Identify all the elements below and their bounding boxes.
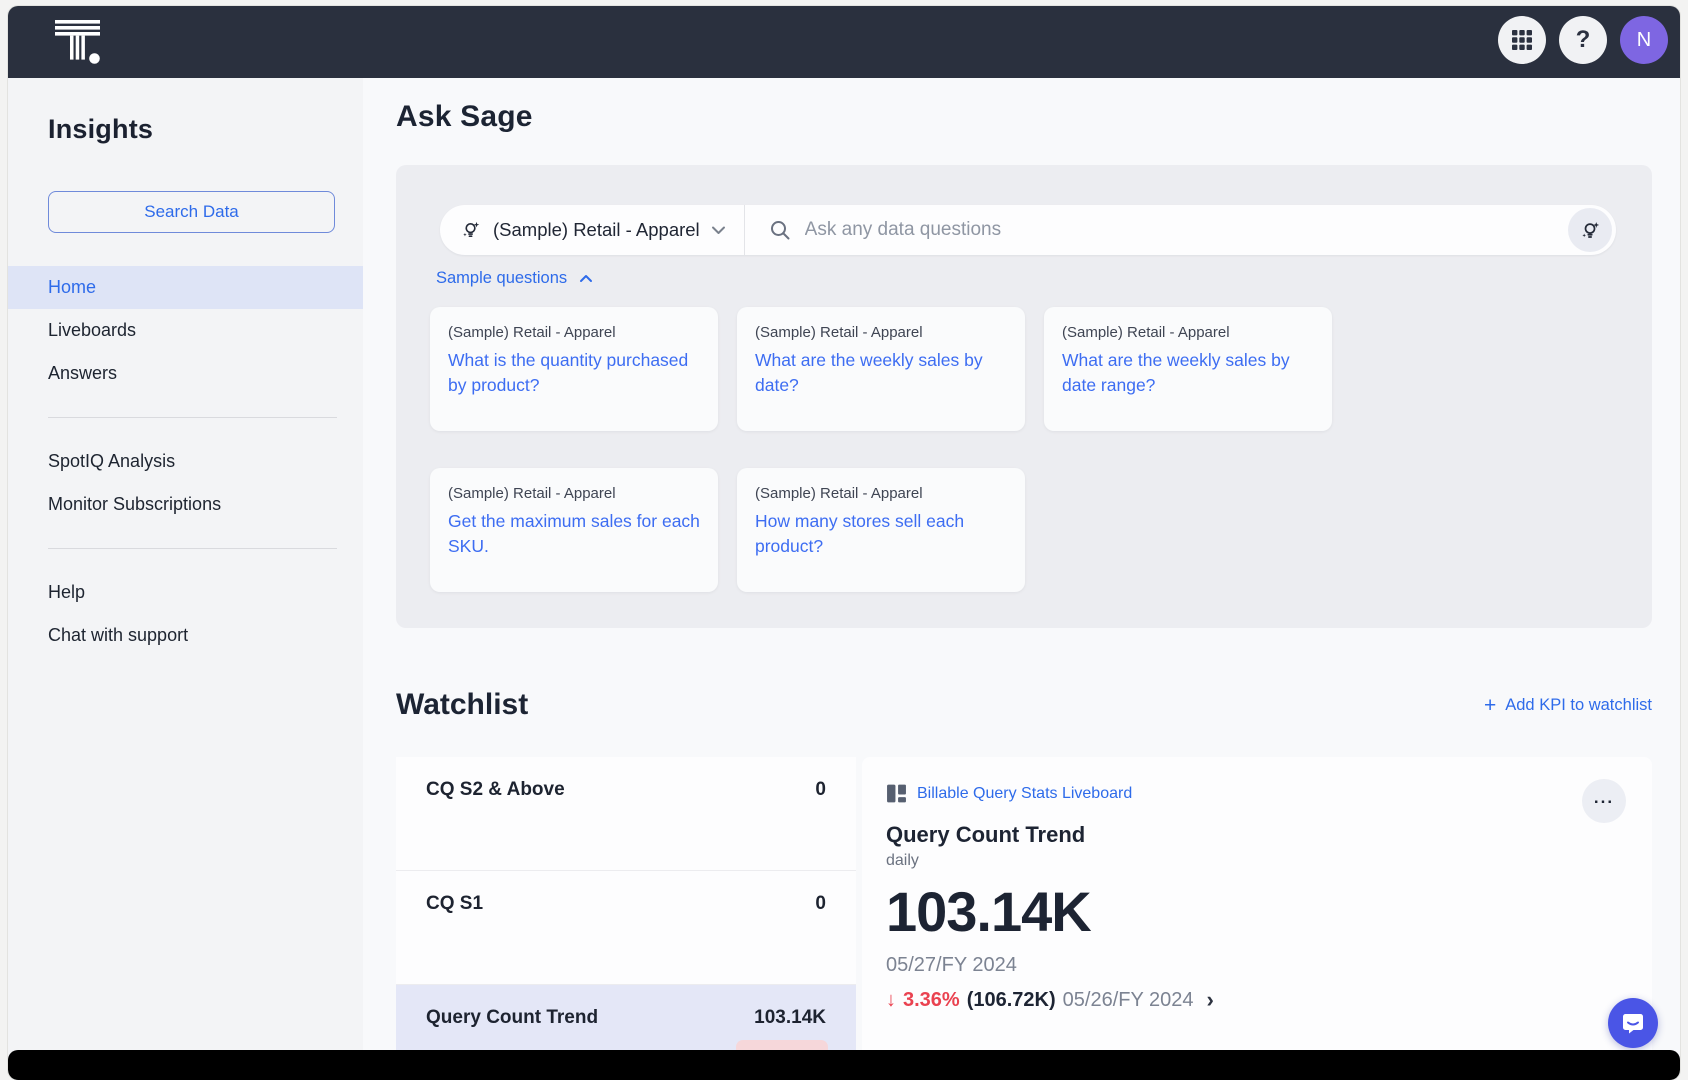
sample-question-card[interactable]: (Sample) Retail - Apparel Get the maximu…: [430, 468, 718, 592]
ellipsis-icon: ...: [1594, 798, 1614, 805]
sample-question-cards-row-2: (Sample) Retail - Apparel Get the maximu…: [430, 468, 1025, 592]
chevron-right-icon[interactable]: ›: [1207, 987, 1214, 1013]
sample-questions-toggle[interactable]: Sample questions: [436, 269, 593, 288]
card-datasource-label: (Sample) Retail - Apparel: [755, 485, 1007, 502]
sidebar-nav: Home Liveboards Answers SpotIQ Analysis …: [8, 266, 363, 657]
card-question-link[interactable]: How many stores sell each product?: [755, 509, 1007, 560]
watchlist-title: Watchlist: [396, 688, 528, 722]
kpi-value: 0: [815, 779, 826, 801]
kpi-detail-card: Billable Query Stats Liveboard ... Query…: [862, 757, 1652, 1080]
sage-submit-button[interactable]: [1568, 208, 1612, 252]
kpi-change-row: ↓ 3.36% (106.72K) 05/26/FY 2024 ›: [886, 987, 1626, 1013]
change-absolute: (106.72K): [967, 989, 1056, 1012]
card-datasource-label: (Sample) Retail - Apparel: [1062, 324, 1314, 341]
sidebar-divider: [48, 548, 337, 549]
kpi-label: Query Count Trend: [426, 1007, 598, 1029]
search-data-button[interactable]: Search Data: [48, 191, 335, 233]
liveboard-icon: [886, 783, 907, 804]
sage-bulb-icon: [460, 219, 482, 241]
top-bar: ? N: [8, 6, 1680, 78]
card-datasource-label: (Sample) Retail - Apparel: [448, 485, 700, 502]
liveboard-link-row: Billable Query Stats Liveboard: [886, 783, 1626, 804]
chat-bubble-icon: [1620, 1010, 1646, 1036]
kpi-row-cq-s1[interactable]: CQ S1 0: [396, 871, 856, 985]
sidebar-item-answers[interactable]: Answers: [8, 352, 363, 395]
card-datasource-label: (Sample) Retail - Apparel: [755, 324, 1007, 341]
question-mark-icon: ?: [1576, 26, 1591, 54]
plus-icon: +: [1484, 695, 1496, 716]
help-button[interactable]: ?: [1559, 16, 1607, 64]
sample-questions-label: Sample questions: [436, 269, 567, 288]
apps-grid-button[interactable]: [1498, 16, 1546, 64]
card-question-link[interactable]: What are the weekly sales by date?: [755, 348, 1007, 399]
datasource-selected-label: (Sample) Retail - Apparel: [493, 219, 700, 241]
kpi-value: 0: [815, 893, 826, 915]
sage-bulb-icon: [1579, 219, 1602, 242]
sidebar-divider: [48, 417, 337, 418]
window-bottom-bar: [8, 1050, 1680, 1080]
card-datasource-label: (Sample) Retail - Apparel: [448, 324, 700, 341]
sample-question-card[interactable]: (Sample) Retail - Apparel What is the qu…: [430, 307, 718, 431]
more-options-button[interactable]: ...: [1582, 779, 1626, 823]
watchlist-body: CQ S2 & Above 0 CQ S1 0 Query Count Tren…: [396, 757, 1652, 1080]
down-arrow-icon: ↓: [886, 989, 896, 1012]
sidebar-title: Insights: [48, 114, 363, 145]
search-icon: [769, 219, 791, 241]
add-kpi-to-watchlist-link[interactable]: + Add KPI to watchlist: [1484, 695, 1652, 716]
kpi-detail-title: Query Count Trend: [886, 822, 1626, 848]
sidebar-item-monitor-subscriptions[interactable]: Monitor Subscriptions: [8, 483, 363, 526]
change-percent: 3.36%: [903, 989, 960, 1012]
sidebar-item-help[interactable]: Help: [8, 571, 363, 614]
chat-launcher-button[interactable]: [1608, 998, 1658, 1048]
kpi-label: CQ S1: [426, 893, 483, 915]
compare-date: 05/26/FY 2024: [1063, 989, 1194, 1012]
sample-question-card[interactable]: (Sample) Retail - Apparel How many store…: [737, 468, 1025, 592]
card-question-link[interactable]: Get the maximum sales for each SKU.: [448, 509, 700, 560]
sample-question-card[interactable]: (Sample) Retail - Apparel What are the w…: [1044, 307, 1332, 431]
kpi-frequency: daily: [886, 852, 1626, 870]
page-title: Ask Sage: [396, 100, 533, 134]
sidebar-item-home[interactable]: Home: [8, 266, 363, 309]
liveboard-link[interactable]: Billable Query Stats Liveboard: [917, 785, 1132, 803]
sample-question-card[interactable]: (Sample) Retail - Apparel What are the w…: [737, 307, 1025, 431]
app-window: ? N Insights Search Data Home Liveboards…: [8, 6, 1680, 1080]
card-question-link[interactable]: What are the weekly sales by date range?: [1062, 348, 1314, 399]
kpi-date: 05/27/FY 2024: [886, 954, 1626, 977]
chevron-up-icon: [579, 274, 593, 283]
sidebar-item-spotiq-analysis[interactable]: SpotIQ Analysis: [8, 440, 363, 483]
watchlist-header: Watchlist + Add KPI to watchlist: [396, 688, 1652, 722]
kpi-value: 103.14K: [754, 1007, 826, 1029]
card-question-link[interactable]: What is the quantity purchased by produc…: [448, 348, 700, 399]
avatar-initial: N: [1637, 29, 1651, 52]
grid-icon: [1511, 29, 1533, 51]
sidebar: Insights Search Data Home Liveboards Ans…: [8, 78, 363, 1080]
chevron-down-icon: [711, 225, 726, 235]
add-kpi-label: Add KPI to watchlist: [1505, 696, 1652, 715]
sidebar-item-chat-with-support[interactable]: Chat with support: [8, 614, 363, 657]
ask-question-input[interactable]: [805, 219, 1568, 241]
thoughtspot-logo-icon[interactable]: [55, 20, 100, 65]
main-content: Ask Sage (Sample) Retail - Apparel: [363, 78, 1680, 1080]
question-input-wrap: [745, 205, 1568, 255]
ask-sage-panel: (Sample) Retail - Apparel: [396, 165, 1652, 628]
kpi-big-value: 103.14K: [886, 882, 1626, 942]
kpi-row-cq-s2-above[interactable]: CQ S2 & Above 0: [396, 757, 856, 871]
sage-search-bar: (Sample) Retail - Apparel: [440, 205, 1616, 255]
user-avatar[interactable]: N: [1620, 16, 1668, 64]
datasource-dropdown[interactable]: (Sample) Retail - Apparel: [440, 205, 744, 255]
topbar-actions: ? N: [1498, 16, 1668, 64]
kpi-list: CQ S2 & Above 0 CQ S1 0 Query Count Tren…: [396, 757, 856, 1080]
kpi-label: CQ S2 & Above: [426, 779, 565, 801]
sample-question-cards-row-1: (Sample) Retail - Apparel What is the qu…: [430, 307, 1332, 431]
sidebar-item-liveboards[interactable]: Liveboards: [8, 309, 363, 352]
